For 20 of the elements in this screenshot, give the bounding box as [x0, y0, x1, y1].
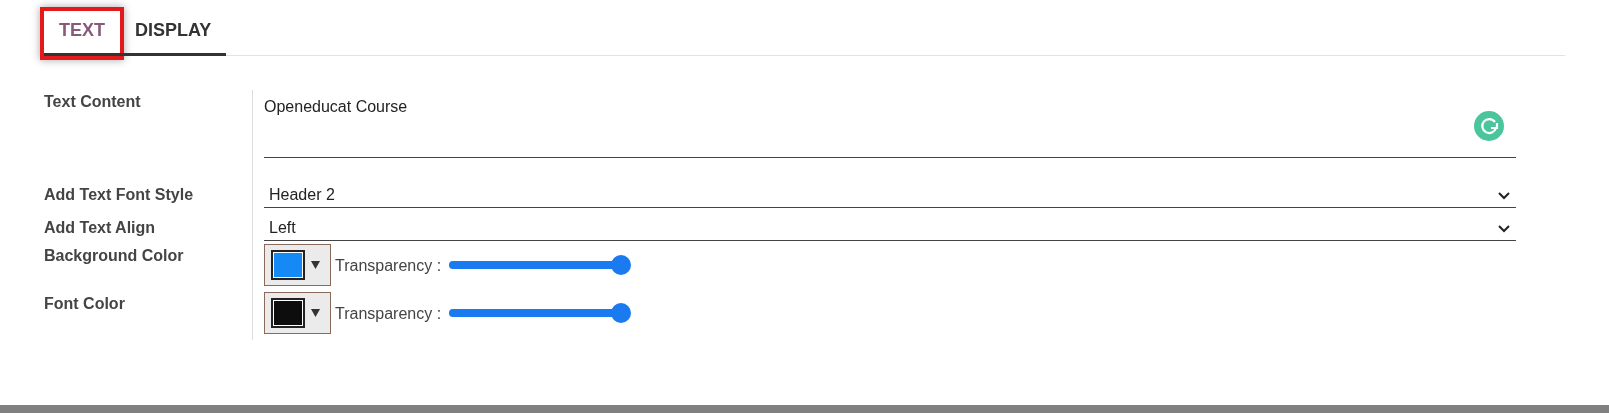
- text-area[interactable]: Openeducat Course: [264, 90, 1516, 158]
- slider-label: Transparency :: [335, 304, 442, 324]
- chevron-down-icon: [1497, 190, 1511, 200]
- field-label: Add Text Align: [44, 219, 156, 236]
- transparency-slider[interactable]: [449, 303, 632, 323]
- slider-label: Transparency :: [335, 256, 442, 276]
- grammar-check-icon[interactable]: [1474, 111, 1504, 141]
- dropdown[interactable]: Left: [264, 216, 1516, 241]
- dropdown[interactable]: Header 2: [264, 183, 1516, 208]
- field-label: Add Text Font Style: [44, 186, 194, 203]
- dropdown-triangle-icon: [311, 261, 320, 269]
- dropdown-triangle-icon: [311, 309, 320, 317]
- transparency-slider[interactable]: [449, 255, 632, 275]
- field-label: Text Content: [44, 93, 141, 110]
- field-label: Font Color: [44, 295, 125, 312]
- chevron-down-icon: [1497, 223, 1511, 233]
- color-picker[interactable]: [264, 292, 331, 334]
- field-label: Background Color: [44, 247, 184, 264]
- color-picker[interactable]: [264, 244, 331, 286]
- tab[interactable]: DISPLAY: [120, 11, 227, 56]
